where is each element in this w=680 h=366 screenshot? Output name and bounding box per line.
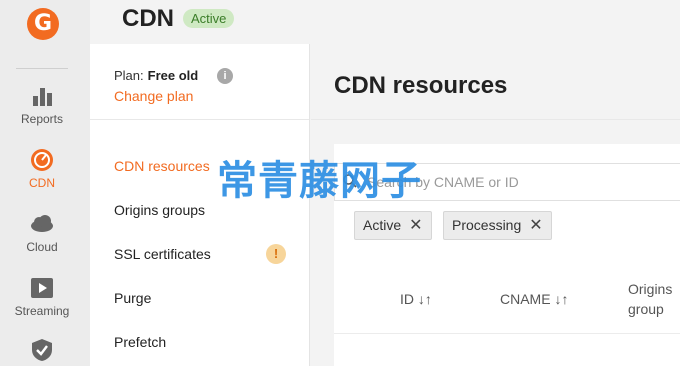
top-header: CDN Active <box>90 0 680 44</box>
shield-check-icon <box>32 339 52 361</box>
logo-icon[interactable]: G <box>27 8 59 40</box>
close-icon[interactable]: ✕ <box>529 212 542 239</box>
cloud-icon <box>31 215 53 232</box>
bar-chart-icon <box>33 88 52 106</box>
chip-label: Processing <box>452 217 522 233</box>
subnav-divider <box>90 119 309 120</box>
chip-label: Active <box>363 217 402 233</box>
table-header-divider <box>334 333 680 334</box>
filter-chip-active: Active ✕ <box>354 211 432 240</box>
watermark: 常青藤网子 <box>217 158 422 204</box>
app-title: CDN <box>122 5 174 32</box>
rail-label-streaming: Streaming <box>14 304 70 318</box>
rail-label-reports: Reports <box>20 112 64 126</box>
plan-info: Plan: Free old <box>114 68 198 83</box>
rail-label-cdn: CDN <box>29 176 55 190</box>
rail-divider <box>16 68 68 69</box>
subnav-item-cdn-resources[interactable]: CDN resources <box>114 158 210 174</box>
warning-icon: ! <box>266 244 286 264</box>
column-header-cname[interactable]: CNAME ↓↑ <box>500 291 568 307</box>
rail-item-streaming[interactable]: Streaming <box>0 276 84 318</box>
rail-label-cloud: Cloud <box>26 240 58 254</box>
column-header-id[interactable]: ID ↓↑ <box>400 291 432 307</box>
subnav-item-purge[interactable]: Purge <box>114 290 151 306</box>
status-badge: Active <box>183 9 235 28</box>
subnav-item-prefetch[interactable]: Prefetch <box>114 334 166 350</box>
speedometer-icon <box>31 149 53 171</box>
subnav-item-origins-groups[interactable]: Origins groups <box>114 202 205 218</box>
rail-item-reports[interactable]: Reports <box>0 84 84 126</box>
filter-chip-processing: Processing ✕ <box>443 211 552 240</box>
subnav-item-ssl-certificates[interactable]: SSL certificates <box>114 246 211 262</box>
info-icon[interactable]: i <box>217 68 233 84</box>
plan-value: Free old <box>147 68 199 83</box>
column-header-line2: group <box>628 301 664 317</box>
column-header-line1: Origins <box>628 281 673 297</box>
rail-item-security[interactable] <box>0 338 84 362</box>
close-icon[interactable]: ✕ <box>409 212 422 239</box>
rail-item-cloud[interactable]: Cloud <box>0 212 84 254</box>
play-icon <box>31 278 53 298</box>
rail-item-cdn[interactable]: CDN <box>0 148 84 190</box>
change-plan-link[interactable]: Change plan <box>114 88 193 104</box>
header-divider <box>311 119 680 120</box>
icon-rail: G Reports CDN Cloud Streaming <box>0 0 90 366</box>
plan-label: Plan: <box>114 68 144 83</box>
page-title: CDN resources <box>334 72 508 99</box>
column-header-origins-group[interactable]: Origins group <box>628 281 672 317</box>
